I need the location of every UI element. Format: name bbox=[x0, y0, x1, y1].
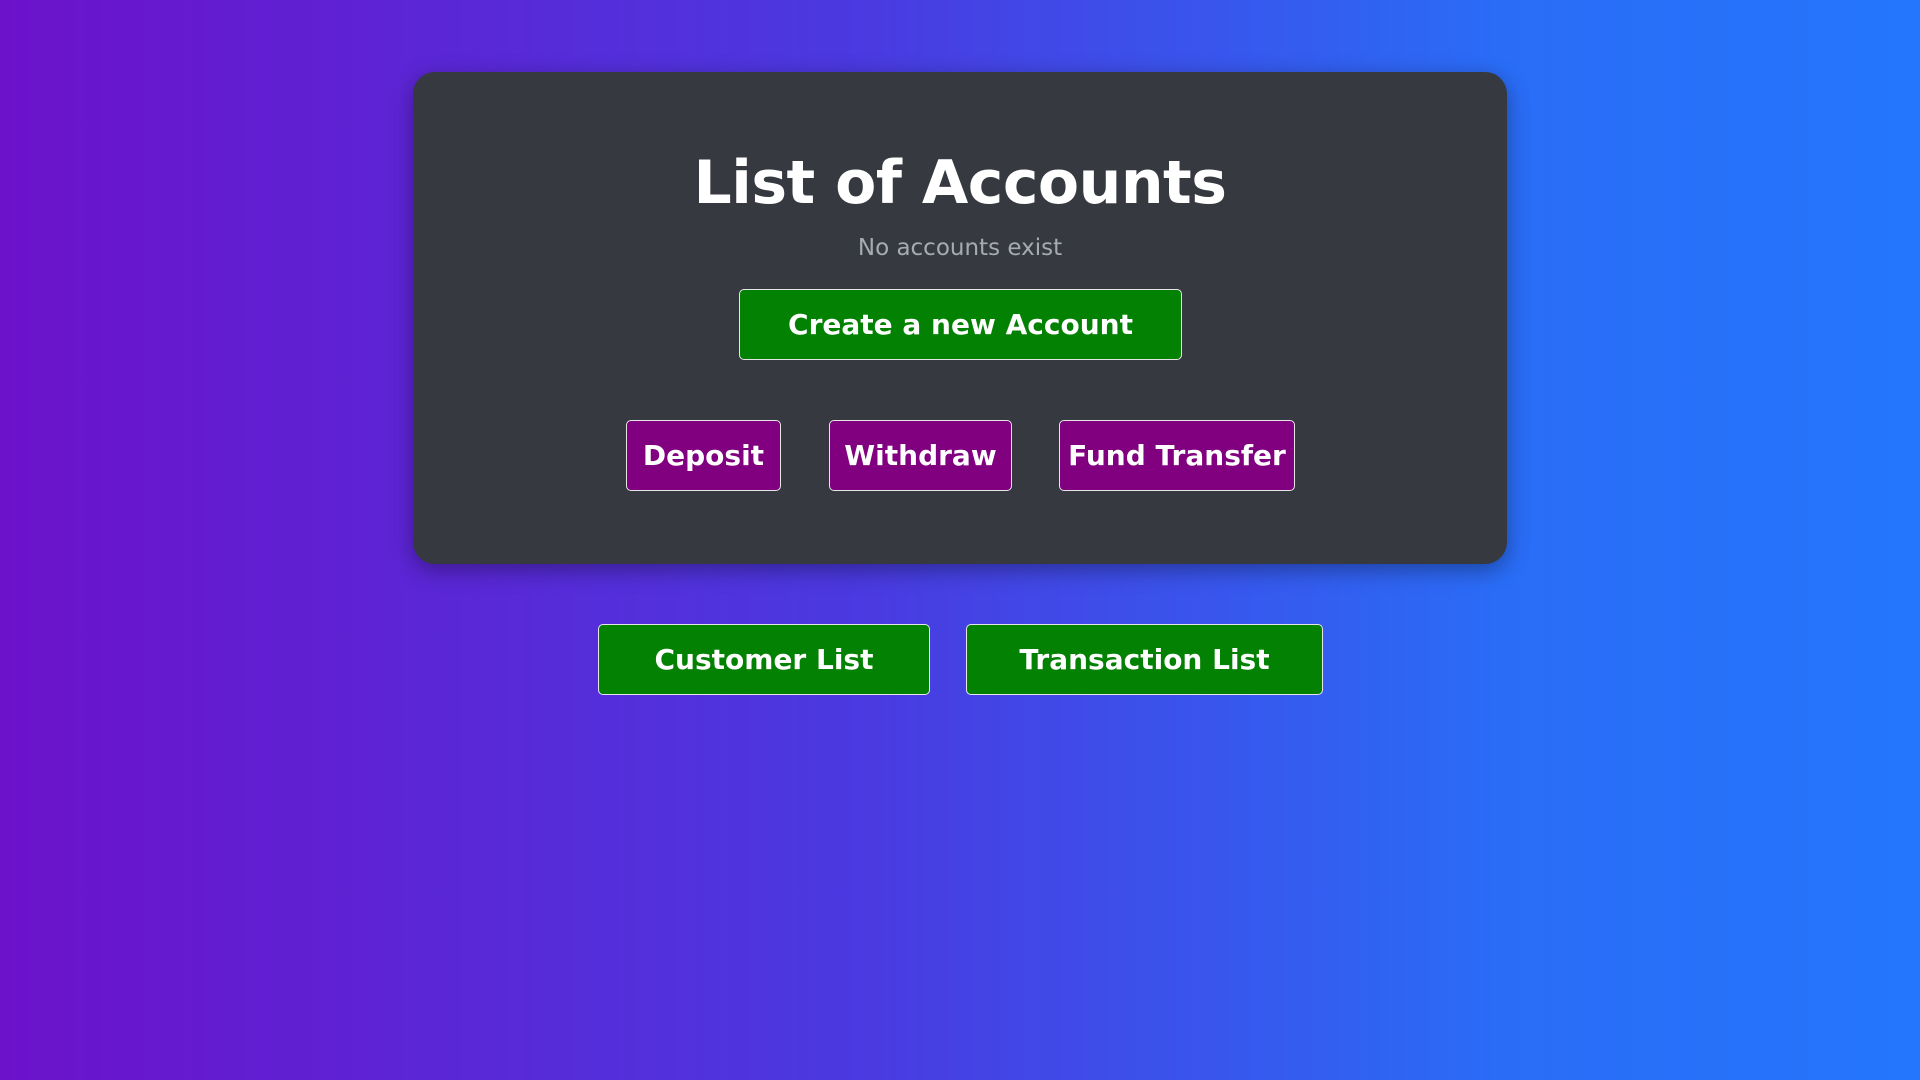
page: { "accounts": { "title": "List of Accoun… bbox=[0, 0, 1920, 1080]
deposit-button[interactable]: Deposit bbox=[626, 420, 781, 491]
withdraw-button[interactable]: Withdraw bbox=[829, 420, 1012, 491]
page-title: List of Accounts bbox=[693, 148, 1227, 218]
transaction-list-button[interactable]: Transaction List bbox=[966, 624, 1323, 695]
fund-transfer-button[interactable]: Fund Transfer bbox=[1059, 420, 1295, 491]
create-account-button[interactable]: Create a new Account bbox=[739, 289, 1182, 360]
customer-list-button[interactable]: Customer List bbox=[598, 624, 930, 695]
empty-state-message: No accounts exist bbox=[857, 235, 1063, 261]
